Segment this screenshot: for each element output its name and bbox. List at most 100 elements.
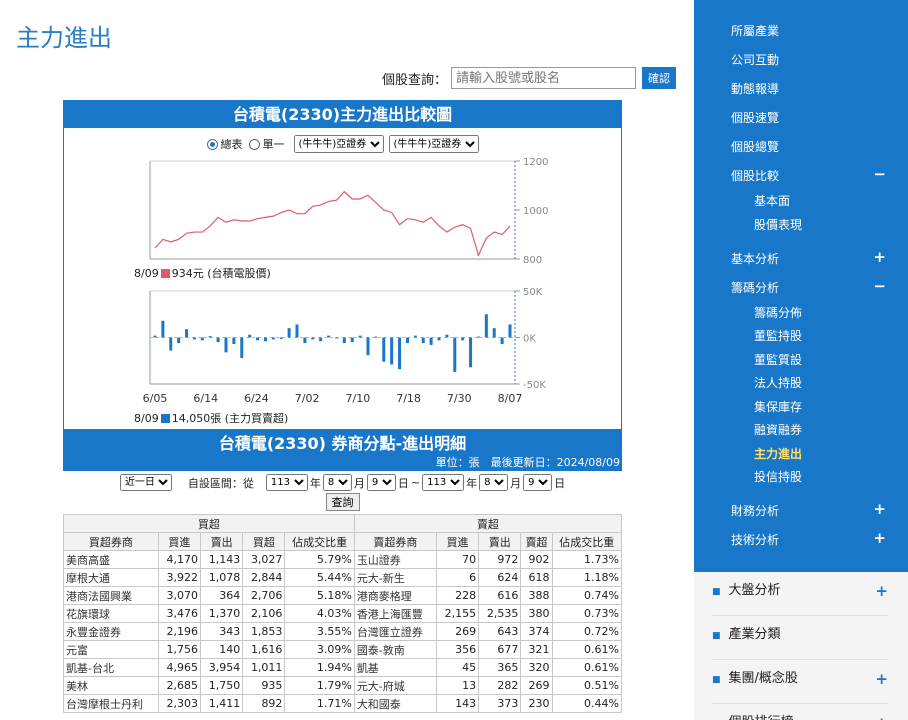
table-cell: 269 xyxy=(435,622,480,641)
start-month-select[interactable]: 8 xyxy=(322,474,352,491)
search-input[interactable] xyxy=(451,67,637,89)
table-cell: 3.55% xyxy=(284,622,355,641)
update-info: 單位：張 最後更新日：2024/08/09 xyxy=(63,457,622,471)
sidebar-item-3[interactable]: 個股速覽 xyxy=(731,109,779,126)
expand-icon[interactable]: + xyxy=(873,500,886,518)
start-day-select[interactable]: 9 xyxy=(366,474,396,491)
start-year-select[interactable]: 113 xyxy=(265,474,308,491)
sidebar-subitem-10[interactable]: 籌碼分佈 xyxy=(754,304,802,321)
expand-icon[interactable]: + xyxy=(873,529,886,547)
sidebar-subitem-7[interactable]: 股價表現 xyxy=(754,216,802,233)
expand-icon[interactable]: + xyxy=(873,248,886,266)
volume-bar xyxy=(192,337,196,340)
sidebar-item-4[interactable]: 個股總覽 xyxy=(731,138,779,155)
table-cell: 2,106 xyxy=(242,604,286,623)
end-day-select[interactable]: 9 xyxy=(523,474,553,491)
broker-name-link[interactable]: 美林 xyxy=(63,676,159,695)
broker-panel-title: 台積電(2330) 券商分點-進出明細 xyxy=(63,430,622,457)
table-cell: 2,196 xyxy=(157,622,202,641)
collapse-icon[interactable]: − xyxy=(873,165,886,183)
volume-bar xyxy=(153,335,157,338)
date-filters: 近一日 自設區間：從 113 年 8月 9日 ~ 113 年 8月 9日 xyxy=(63,471,622,493)
volume-bar xyxy=(500,337,504,345)
period-select[interactable]: 近一日 xyxy=(119,474,172,491)
sidebar-item-9[interactable]: 籌碼分析 xyxy=(731,279,779,296)
broker-name-link[interactable]: 凱基-台北 xyxy=(63,658,159,677)
broker-name-link[interactable]: 台灣匯立證券 xyxy=(353,622,437,641)
end-month-select[interactable]: 8 xyxy=(479,474,509,491)
price-legend-swatch xyxy=(160,269,170,278)
sidebar-subitem-16[interactable]: 主力進出 xyxy=(754,445,802,462)
radio-single[interactable]: 單一 xyxy=(248,136,285,152)
table-cell: 45 xyxy=(435,658,480,677)
end-year-select[interactable]: 113 xyxy=(422,474,465,491)
table-cell: 3,922 xyxy=(157,568,202,587)
query-button[interactable]: 查詢 xyxy=(325,493,360,511)
broker-name-link[interactable]: 凱基 xyxy=(353,658,437,677)
broker-name-link[interactable]: 花旗環球 xyxy=(63,604,159,623)
x-tick-label: 6/05 xyxy=(143,392,168,405)
x-tick-label: 7/10 xyxy=(346,392,371,405)
table-cell: 2,303 xyxy=(157,694,202,713)
expand-icon[interactable]: + xyxy=(875,572,888,610)
broker-name-link[interactable]: 元大-新生 xyxy=(353,568,437,587)
broker-name-link[interactable]: 美商高盛 xyxy=(63,550,159,569)
broker-name-link[interactable]: 元大-府城 xyxy=(353,676,437,695)
volume-bar xyxy=(366,337,370,356)
sidebar-subitem-6[interactable]: 基本面 xyxy=(754,192,790,209)
broker-name-link[interactable]: 元富 xyxy=(63,640,159,659)
table-cell: 0.72% xyxy=(551,622,623,641)
sidebar-subitem-12[interactable]: 董監質設 xyxy=(754,351,802,368)
sidebar-item-2[interactable]: 動態報導 xyxy=(731,80,779,97)
table-cell: 0.61% xyxy=(551,640,623,659)
table-cell: 321 xyxy=(520,640,553,659)
broker-name-link[interactable]: 國泰-敦南 xyxy=(353,640,437,659)
sidebar-section-0[interactable]: ■ 大盤分析 + xyxy=(712,572,888,616)
sidebar-sections: ■大盤分析+■產業分類■集團/概念股+■個股排行榜+ xyxy=(694,572,908,720)
column-header: 賣超券商 xyxy=(353,532,437,551)
sidebar-section-3[interactable]: ■個股排行榜+ xyxy=(712,704,888,720)
collapse-icon[interactable]: − xyxy=(873,277,886,295)
sidebar-item-19[interactable]: 技術分析 xyxy=(731,531,779,548)
volume-legend-date: 8/09 xyxy=(134,412,159,425)
sidebar-item-0[interactable]: 所屬產業 xyxy=(731,22,779,39)
broker-name-link[interactable]: 港商法國興業 xyxy=(63,586,159,605)
table-cell: 1,756 xyxy=(157,640,202,659)
table-row: 港商法國興業 3,070 364 2,706 5.18% 港商麥格理 228 616 388 0.… xyxy=(63,586,623,605)
expand-icon[interactable]: + xyxy=(875,704,888,720)
sidebar-item-18[interactable]: 財務分析 xyxy=(731,502,779,519)
sidebar-section-2[interactable]: ■ 集團/概念股 + xyxy=(712,660,888,704)
broker-name-link[interactable]: 港商麥格理 xyxy=(353,586,437,605)
table-cell: 320 xyxy=(520,658,553,677)
stock-search: 個股查詢： 確認 xyxy=(382,67,677,89)
price-ytick-label: 800 xyxy=(523,255,542,266)
expand-icon[interactable]: + xyxy=(875,660,888,698)
table-row: 元富 1,756 140 1,616 3.09% 國泰-敦南 356 677 321 0.61% xyxy=(63,640,623,659)
sidebar-subitem-15[interactable]: 融資融券 xyxy=(754,421,802,438)
broker-name-link[interactable]: 摩根大通 xyxy=(63,568,159,587)
table-row: 台灣摩根士丹利 2,303 1,411 892 1.71% 大和國泰 143 373 230 0.… xyxy=(63,694,623,713)
price-legend: 8/09 934元 (台積電股價) xyxy=(134,265,271,281)
sidebar-subitem-13[interactable]: 法人持股 xyxy=(754,374,802,391)
broker-name-link[interactable]: 永豐金證券 xyxy=(63,622,159,641)
sidebar-subitem-11[interactable]: 董監持股 xyxy=(754,327,802,344)
table-cell: 5.44% xyxy=(284,568,355,587)
table-cell: 1,616 xyxy=(242,640,286,659)
table-cell: 0.51% xyxy=(551,676,623,695)
broker-name-link[interactable]: 台灣摩根士丹利 xyxy=(63,694,159,713)
sidebar-item-1[interactable]: 公司互動 xyxy=(731,51,779,68)
broker-name-link[interactable]: 大和國泰 xyxy=(353,694,437,713)
section-label: 產業分類 xyxy=(728,627,781,642)
radio-summary[interactable]: 總表 xyxy=(206,136,243,152)
sidebar-section-1[interactable]: ■ 產業分類 xyxy=(712,616,888,660)
table-cell: 935 xyxy=(242,676,286,695)
comparison-charts: 1200 1000 800 50K 0K -50K 6/05 6/14 6/24 7/02 7/10… xyxy=(143,157,549,405)
sidebar-subitem-17[interactable]: 投信持股 xyxy=(754,468,802,485)
sidebar-subitem-14[interactable]: 集保庫存 xyxy=(754,398,802,415)
confirm-button[interactable]: 確認 xyxy=(642,67,677,89)
broker-name-link[interactable]: 香港上海匯豐 xyxy=(353,604,437,623)
broker-name-link[interactable]: 玉山證券 xyxy=(353,550,437,569)
sidebar-item-5[interactable]: 個股比較 xyxy=(731,167,779,184)
sidebar-item-8[interactable]: 基本分析 xyxy=(731,250,779,267)
table-cell: 2,535 xyxy=(478,604,522,623)
